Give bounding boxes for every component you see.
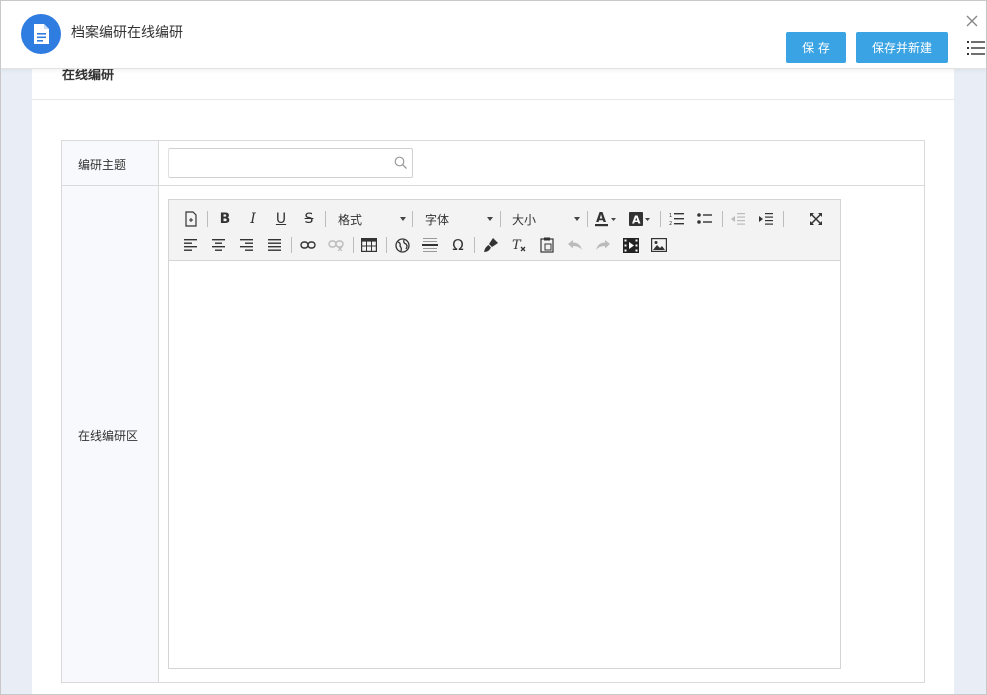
video-icon[interactable] (620, 234, 642, 256)
toolbar-separator (587, 211, 588, 227)
toolbar-separator (660, 211, 661, 227)
topic-label-cell: 编研主题 (62, 141, 159, 185)
ordered-list-icon[interactable]: 12 (666, 208, 688, 230)
document-icon (21, 14, 61, 54)
horizontal-rule-icon[interactable] (419, 234, 441, 256)
svg-text:T: T (512, 238, 522, 253)
toolbar-separator (207, 211, 208, 227)
toolbar-separator (291, 237, 292, 253)
topic-label: 编研主题 (78, 158, 127, 172)
menu-list-icon[interactable] (967, 40, 985, 56)
topic-input[interactable] (168, 148, 413, 178)
remove-format-icon[interactable]: T (508, 234, 530, 256)
save-and-new-button[interactable]: 保存并新建 (856, 32, 948, 63)
font-select[interactable]: 字体 (425, 208, 493, 230)
align-justify-icon[interactable] (264, 234, 286, 256)
toolbar-separator (722, 211, 723, 227)
unordered-list-icon[interactable] (694, 208, 716, 230)
special-char-icon[interactable]: Ω (447, 234, 469, 256)
outdent-icon (727, 208, 749, 230)
svg-text:1: 1 (669, 213, 672, 219)
toolbar-separator (783, 211, 784, 227)
editor-label-cell: 在线编研区 (62, 186, 159, 682)
new-document-icon[interactable] (180, 208, 202, 230)
toolbar-separator (474, 237, 475, 253)
toolbar-separator (500, 211, 501, 227)
unlink-icon (325, 234, 347, 256)
italic-icon[interactable]: I (242, 208, 264, 230)
chevron-down-icon (487, 217, 493, 221)
format-select[interactable]: 格式 (338, 208, 406, 230)
image-icon[interactable] (648, 234, 670, 256)
content-panel: 在线编研 编研主题 在线编研区 B I U S 格式 字体 大小 A A 1 2… (32, 56, 954, 694)
form-table: 编研主题 在线编研区 B I U S 格式 字体 大小 A A 1 2 Ω T (61, 140, 925, 683)
editor-toolbar: B I U S 格式 字体 大小 A A 1 2 Ω T (169, 200, 840, 261)
editor-row: 在线编研区 B I U S 格式 字体 大小 A A 1 2 Ω T (62, 186, 924, 682)
close-icon[interactable] (964, 13, 980, 29)
undo-icon (564, 234, 586, 256)
link-icon[interactable] (297, 234, 319, 256)
align-right-icon[interactable] (236, 234, 258, 256)
align-left-icon[interactable] (180, 234, 202, 256)
editor-content-area[interactable] (169, 261, 840, 668)
globe-icon[interactable] (391, 234, 413, 256)
strikethrough-icon[interactable]: S (298, 208, 320, 230)
svg-text:A: A (596, 211, 606, 226)
svg-text:A: A (632, 214, 641, 227)
toolbar-separator (325, 211, 326, 227)
save-button[interactable]: 保 存 (786, 32, 846, 63)
app-window: 档案编研在线编研 保 存 保存并新建 在线编研 编研主题 在线编研区 B I U… (0, 0, 987, 695)
table-icon[interactable] (358, 234, 380, 256)
toolbar-separator (412, 211, 413, 227)
editor-label: 在线编研区 (78, 429, 139, 443)
svg-text:2: 2 (669, 221, 672, 226)
maximize-icon[interactable] (805, 208, 827, 230)
size-select-label: 大小 (512, 212, 537, 227)
search-icon[interactable] (394, 156, 408, 170)
text-color-icon[interactable]: A (594, 208, 620, 230)
underline-icon[interactable]: U (270, 208, 292, 230)
paste-icon[interactable] (536, 234, 558, 256)
bold-icon[interactable]: B (214, 208, 236, 230)
font-select-label: 字体 (425, 212, 450, 227)
redo-icon (592, 234, 614, 256)
chevron-down-icon (574, 217, 580, 221)
indent-icon[interactable] (755, 208, 777, 230)
toolbar-separator (386, 237, 387, 253)
toolbar-separator (353, 237, 354, 253)
format-select-label: 格式 (338, 212, 363, 227)
topic-row: 编研主题 (62, 141, 924, 186)
background-color-icon[interactable]: A (628, 208, 654, 230)
size-select[interactable]: 大小 (512, 208, 580, 230)
title-bar: 档案编研在线编研 保 存 保存并新建 (1, 1, 986, 69)
paint-brush-icon[interactable] (480, 234, 502, 256)
chevron-down-icon (400, 217, 406, 221)
rich-text-editor: B I U S 格式 字体 大小 A A 1 2 Ω T (168, 199, 841, 669)
align-center-icon[interactable] (208, 234, 230, 256)
window-title: 档案编研在线编研 (71, 25, 183, 41)
